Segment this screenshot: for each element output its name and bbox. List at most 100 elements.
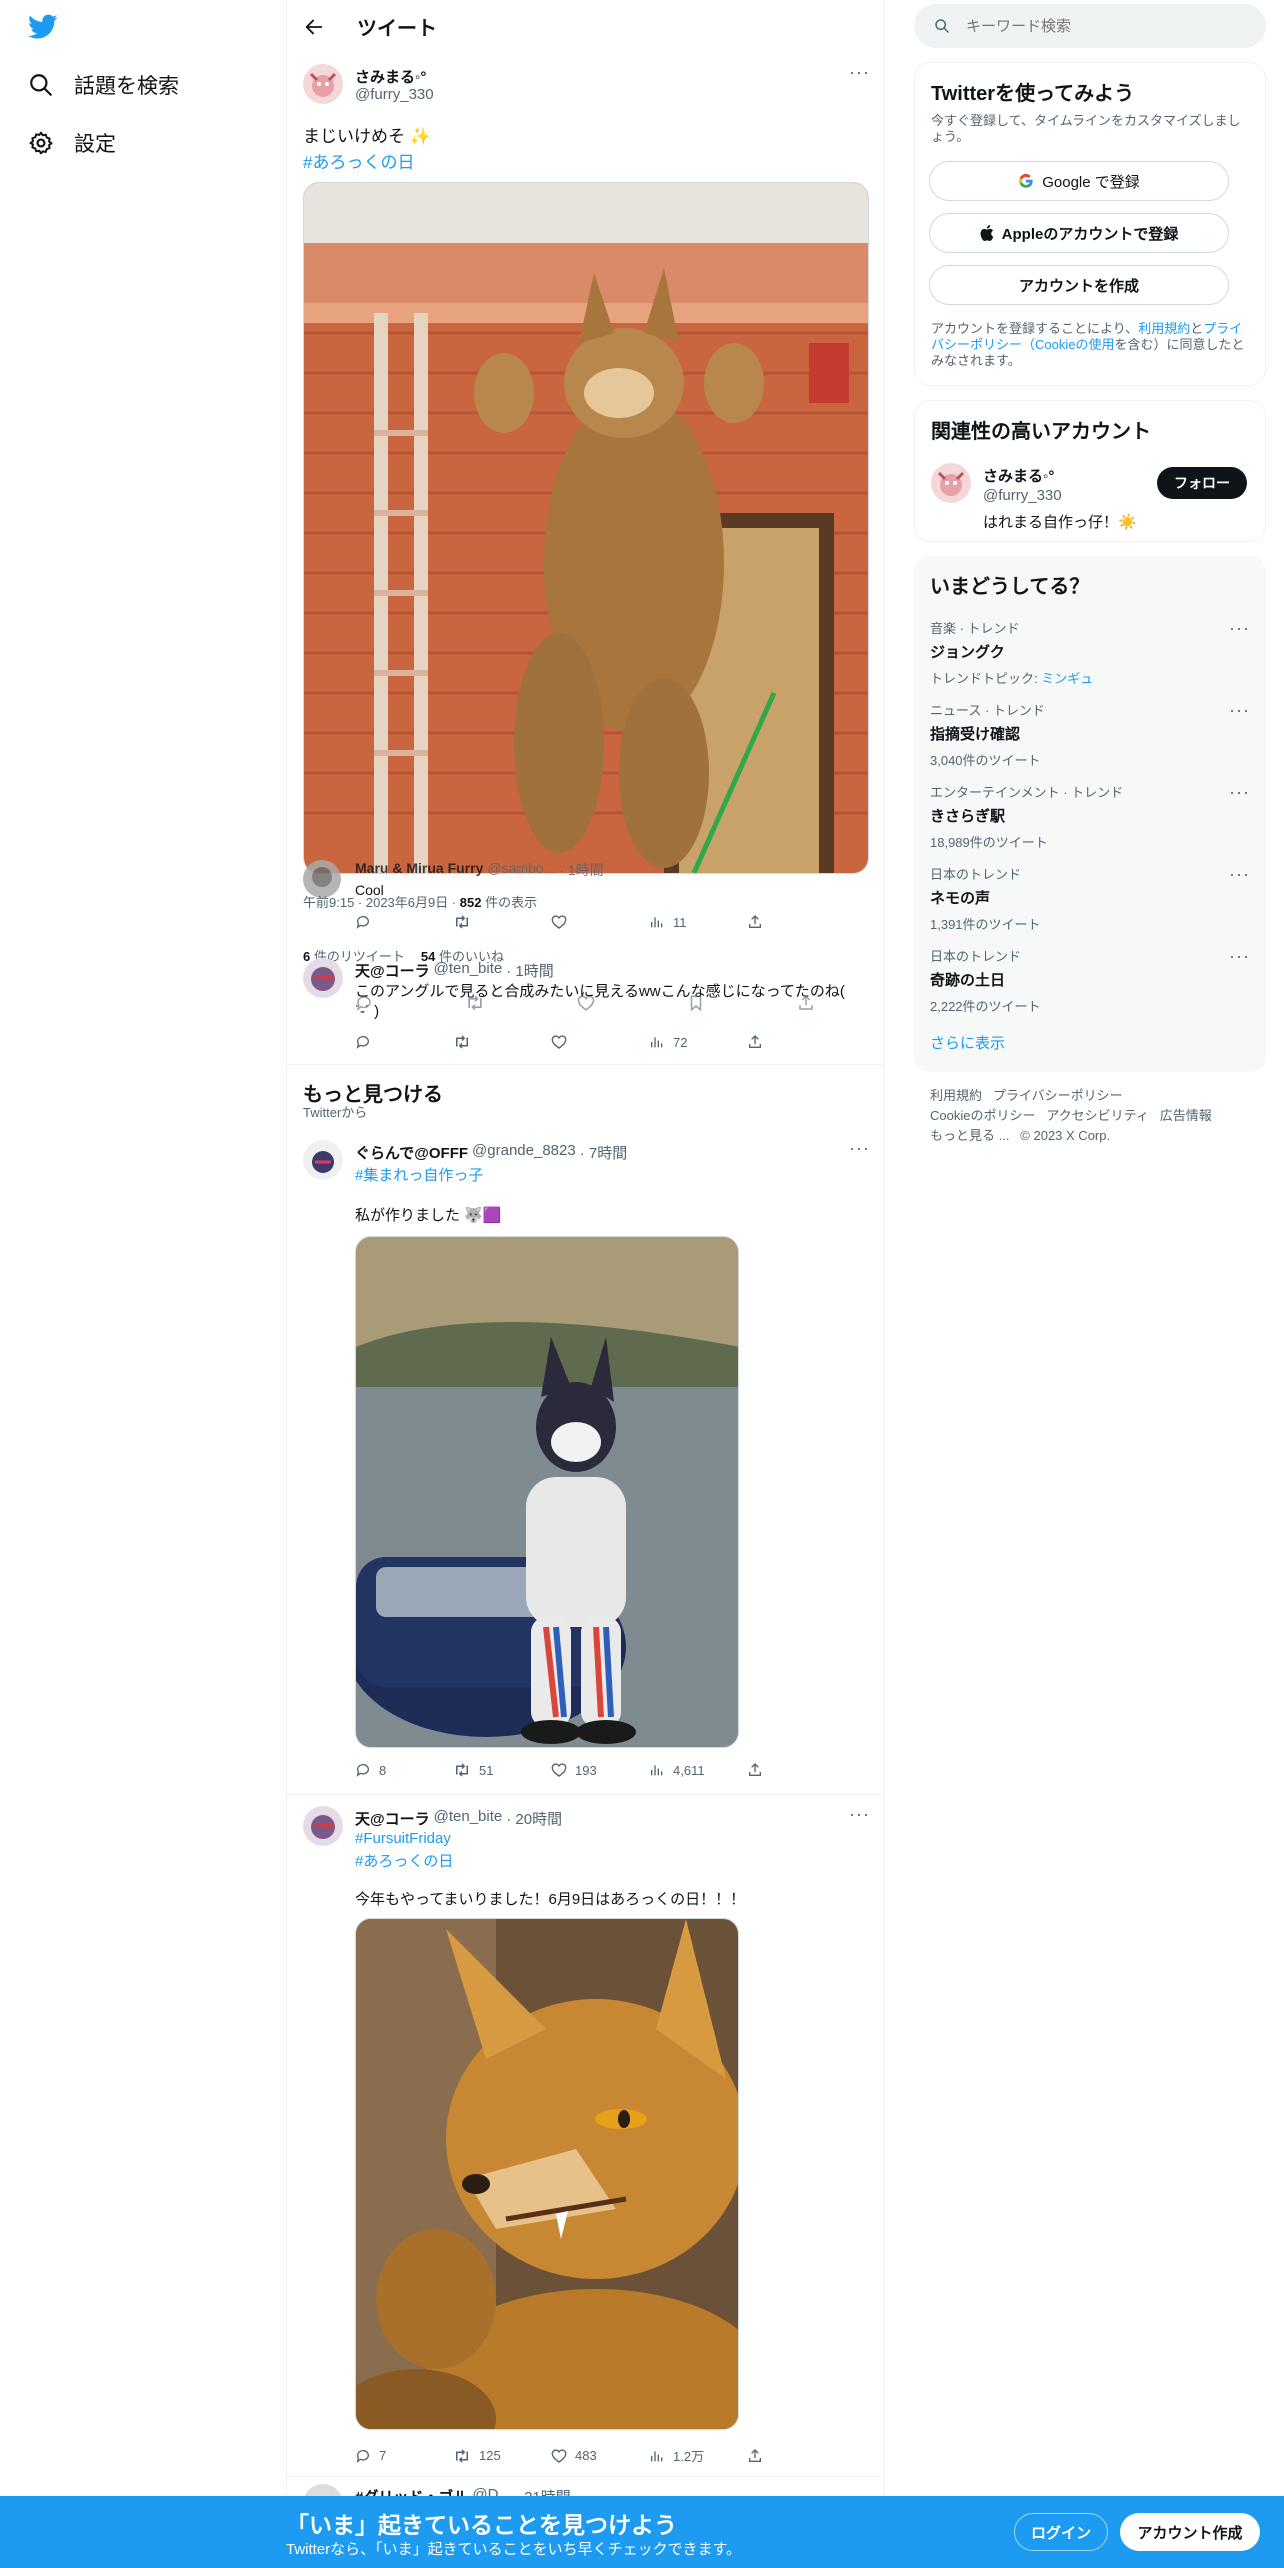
- like-button[interactable]: 483: [551, 2448, 649, 2464]
- hashtag-link[interactable]: #あろっくの日: [303, 148, 414, 173]
- reply-time[interactable]: · 1時間: [506, 960, 554, 981]
- footer-link[interactable]: 広告情報: [1160, 1108, 1212, 1123]
- twitter-logo-icon[interactable]: [28, 14, 58, 40]
- retweet-button[interactable]: [453, 1034, 551, 1050]
- analytics-icon: [649, 1034, 665, 1050]
- trend-title: 指摘受け確認: [930, 726, 1021, 743]
- author-name[interactable]: ぐらんで@OFFF: [355, 1142, 468, 1163]
- author-name[interactable]: さみまる◦°: [355, 66, 426, 87]
- login-button[interactable]: ログイン: [1014, 2513, 1108, 2551]
- main-column: ツイート さみまる◦° @furry_330 ··· まじいけめそ ✨ #あろっ…: [286, 0, 884, 2568]
- share-button[interactable]: [747, 914, 787, 930]
- relevant-account-handle[interactable]: @furry_330: [983, 487, 1062, 504]
- trend-item[interactable]: 音楽 · トレンド ジョングク トレンドトピック: ミンギュ ···: [930, 618, 1250, 687]
- reply-button[interactable]: [355, 1034, 453, 1050]
- trend-item[interactable]: 日本のトレンド 奇跡の土日 2,222件のツイート ···: [930, 946, 1250, 1015]
- google-signup-button[interactable]: Google で登録: [929, 161, 1229, 201]
- relevant-account-bio: はれまる自作っ仔！☀️: [983, 514, 1137, 531]
- footer-link[interactable]: アクセシビリティ: [1046, 1108, 1149, 1123]
- trend-topic-link[interactable]: ミンギュ: [1041, 671, 1093, 686]
- footer-more-link[interactable]: もっと見る ...: [930, 1128, 1009, 1143]
- more-options-icon[interactable]: ···: [1229, 864, 1250, 885]
- more-options-icon[interactable]: ···: [1229, 618, 1250, 639]
- reply-actions: 72: [355, 1034, 787, 1050]
- more-options-icon[interactable]: ···: [1229, 946, 1250, 967]
- more-options-icon[interactable]: ···: [1229, 782, 1250, 803]
- avatar[interactable]: [303, 958, 343, 998]
- reply-author-handle[interactable]: @ten_bite: [434, 960, 503, 981]
- avatar[interactable]: [303, 1806, 343, 1846]
- tweet-photo[interactable]: [355, 1236, 739, 1748]
- author-handle[interactable]: @ten_bite: [434, 1808, 503, 1829]
- tweet-text: まじいけめそ ✨: [303, 127, 431, 146]
- search-input[interactable]: [966, 17, 1226, 35]
- views-count: 4,611: [673, 1762, 705, 1778]
- apple-icon: [980, 225, 994, 241]
- search-bar[interactable]: [914, 4, 1266, 48]
- retweet-button[interactable]: 51: [453, 1762, 551, 1778]
- apple-signup-button[interactable]: Appleのアカウントで登録: [929, 213, 1229, 253]
- signup-button[interactable]: アカウント作成: [1120, 2513, 1260, 2551]
- trend-item[interactable]: ニュース · トレンド 指摘受け確認 3,040件のツイート ···: [930, 700, 1250, 769]
- share-icon: [747, 1762, 763, 1778]
- banner-title: 「いま」起きていることを見つけよう: [286, 2512, 677, 2538]
- avatar[interactable]: [303, 64, 343, 104]
- create-account-button[interactable]: アカウントを作成: [929, 265, 1229, 305]
- like-button[interactable]: [551, 1034, 649, 1050]
- reply-button[interactable]: 8: [355, 1762, 453, 1778]
- signup-terms: アカウントを登録することにより、利用規約とプライバシーポリシー（Cookieの使…: [931, 321, 1245, 368]
- avatar[interactable]: [931, 463, 971, 503]
- trend-item[interactable]: エンターテインメント · トレンド きさらぎ駅 18,989件のツイート ···: [930, 782, 1250, 851]
- reply-button[interactable]: [355, 914, 453, 930]
- reply-button[interactable]: 7: [355, 2448, 453, 2464]
- footer-link[interactable]: プライバシーポリシー: [993, 1088, 1123, 1103]
- footer-link[interactable]: Cookieのポリシー: [930, 1108, 1035, 1123]
- share-button[interactable]: [747, 1034, 787, 1050]
- views-button[interactable]: 1.2万: [649, 2446, 747, 2465]
- back-arrow-icon[interactable]: [303, 16, 325, 38]
- author-handle[interactable]: @grande_8823: [472, 1142, 576, 1163]
- nav-explore-label: 話題を検索: [74, 75, 179, 98]
- nav-settings[interactable]: 設定: [28, 128, 116, 158]
- tweet-photo[interactable]: [355, 1918, 739, 2430]
- views-button[interactable]: 72: [649, 1034, 747, 1050]
- retweet-button[interactable]: [453, 914, 551, 930]
- tweet-photo[interactable]: [303, 182, 869, 874]
- timestamp-text[interactable]: 午前9:15 · 2023年6月9日 ·: [303, 895, 460, 910]
- tweet-header: ぐらんで@OFFF @grande_8823 · 7時間: [355, 1142, 627, 1163]
- nav-explore[interactable]: 話題を検索: [28, 70, 179, 100]
- overlay-time[interactable]: · 1時間: [559, 860, 603, 880]
- more-options-icon[interactable]: ···: [849, 1804, 870, 1825]
- share-button[interactable]: [747, 1762, 787, 1778]
- hashtag-link[interactable]: #FursuitFriday: [355, 1830, 451, 1847]
- more-options-icon[interactable]: ···: [849, 1138, 870, 1159]
- divider: [287, 2476, 883, 2477]
- more-options-icon[interactable]: ···: [1229, 700, 1250, 721]
- overlay-author-handle[interactable]: @sambo...: [487, 860, 555, 880]
- hashtag-link[interactable]: #あろっくの日: [355, 1850, 453, 1871]
- reply-author-name[interactable]: 天@コーラ: [355, 960, 430, 981]
- author-name[interactable]: 天@コーラ: [355, 1808, 430, 1829]
- terms-link[interactable]: 利用規約: [1138, 321, 1190, 336]
- retweet-button[interactable]: 125: [453, 2448, 551, 2464]
- views-button[interactable]: 11: [649, 914, 747, 930]
- tweet-time[interactable]: · 7時間: [580, 1142, 628, 1163]
- trend-item[interactable]: 日本のトレンド ネモの声 1,391件のツイート ···: [930, 864, 1250, 933]
- trends-title: いまどうしてる？: [930, 576, 1090, 598]
- views-count: 11: [673, 914, 687, 930]
- relevant-account-name[interactable]: さみまる◦°: [983, 465, 1054, 486]
- author-handle[interactable]: @furry_330: [355, 86, 434, 103]
- avatar[interactable]: [303, 1140, 343, 1180]
- footer-link[interactable]: 利用規約: [930, 1088, 982, 1103]
- show-more-link[interactable]: さらに表示: [930, 1032, 1005, 1053]
- like-button[interactable]: 193: [551, 1762, 649, 1778]
- share-button[interactable]: [747, 2448, 787, 2464]
- follow-button[interactable]: フォロー: [1157, 467, 1247, 499]
- share-icon: [747, 2448, 763, 2464]
- more-options-icon[interactable]: ···: [849, 62, 870, 83]
- overlay-author-name[interactable]: Maru & Mirua Furry: [355, 860, 483, 880]
- tweet-time[interactable]: · 20時間: [506, 1808, 562, 1829]
- views-button[interactable]: 4,611: [649, 1762, 747, 1778]
- hashtag-link[interactable]: #集まれっ自作っ子: [355, 1164, 483, 1185]
- like-button[interactable]: [551, 914, 649, 930]
